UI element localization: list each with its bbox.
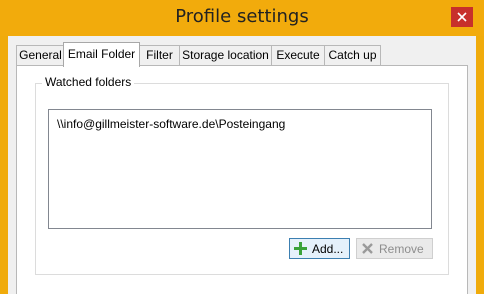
email-folder-panel: Watched folders \\info@gillmeister-softw… xyxy=(16,65,468,294)
tab-filter[interactable]: Filter xyxy=(139,45,180,66)
close-button[interactable] xyxy=(451,7,473,27)
tab-general[interactable]: General xyxy=(16,45,65,66)
title-bar[interactable]: Profile settings xyxy=(0,0,484,36)
list-item[interactable]: \\info@gillmeister-software.de\Posteinga… xyxy=(57,117,285,131)
profile-settings-window: Profile settings General Email Folder Fi… xyxy=(0,0,484,294)
close-icon xyxy=(457,12,467,22)
remove-button[interactable]: Remove xyxy=(356,238,433,259)
tab-email-folder[interactable]: Email Folder xyxy=(63,42,140,67)
remove-button-label: Remove xyxy=(379,241,424,256)
add-button-label: Add... xyxy=(312,241,344,256)
tab-catch-up[interactable]: Catch up xyxy=(324,45,381,66)
tab-execute[interactable]: Execute xyxy=(271,45,325,66)
add-button[interactable]: Add... xyxy=(289,238,350,259)
window-title: Profile settings xyxy=(175,6,309,27)
dialog-client-area: General Email Folder Filter Storage loca… xyxy=(8,36,476,294)
tab-storage-location[interactable]: Storage location xyxy=(179,45,272,66)
watched-folders-list[interactable]: \\info@gillmeister-software.de\Posteinga… xyxy=(48,109,432,229)
watched-folders-label: Watched folders xyxy=(42,75,135,89)
plus-icon xyxy=(294,242,307,255)
watched-folders-group: Watched folders \\info@gillmeister-softw… xyxy=(35,75,449,275)
x-icon xyxy=(362,243,373,254)
